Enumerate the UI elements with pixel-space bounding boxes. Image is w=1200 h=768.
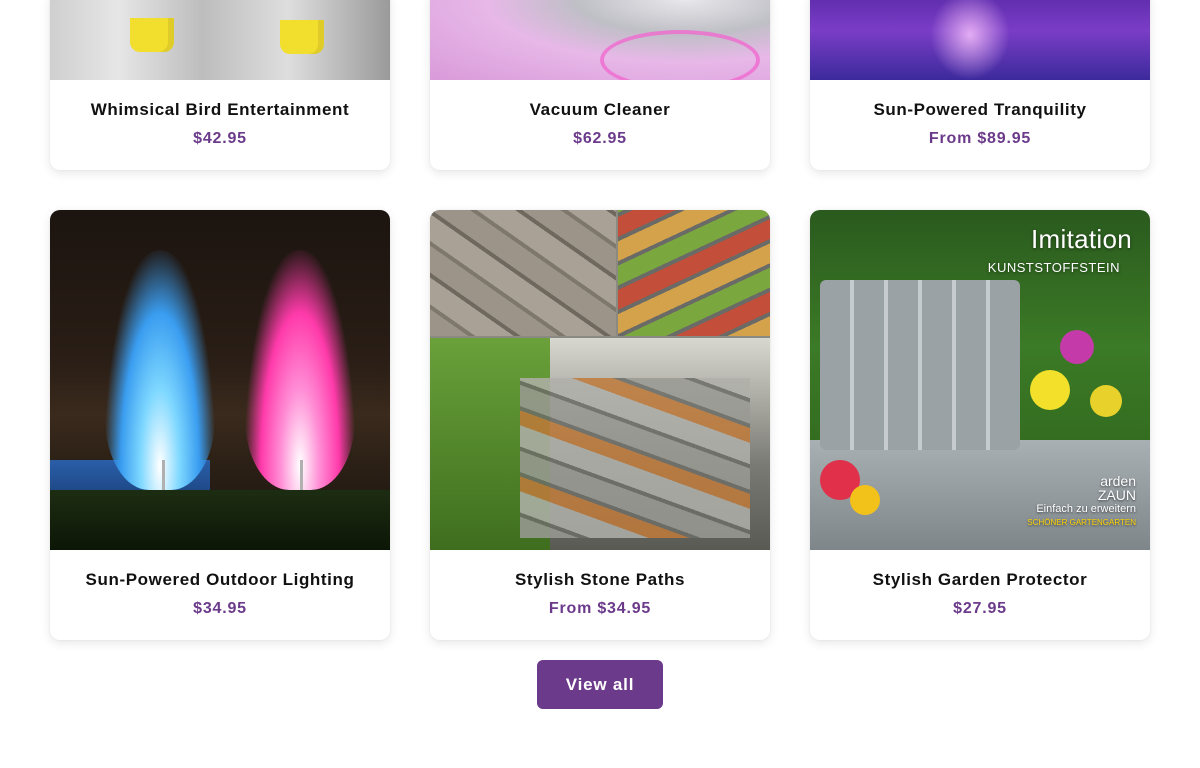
product-image[interactable] [810, 0, 1150, 80]
product-image[interactable] [50, 210, 390, 550]
product-title[interactable]: Sun-Powered Outdoor Lighting [50, 570, 390, 590]
product-title[interactable]: Stylish Garden Protector [810, 570, 1150, 590]
product-info: Whimsical Bird Entertainment $42.95 [50, 80, 390, 170]
product-info: Sun-Powered Tranquility From $89.95 [810, 80, 1150, 170]
product-price: $27.95 [953, 600, 1007, 617]
image-headline: Imitation [1031, 224, 1132, 254]
product-image[interactable] [430, 0, 770, 80]
product-info: Stylish Garden Protector $27.95 [810, 550, 1150, 640]
image-tagline2: SCHÖNER GARTENGARTEN [1027, 518, 1136, 527]
product-image[interactable] [430, 210, 770, 550]
image-brand-block: arden ZAUN Einfach zu erweitern SCHÖNER … [1027, 474, 1136, 530]
product-price: From $34.95 [548, 600, 652, 617]
product-info: Sun-Powered Outdoor Lighting $34.95 [50, 550, 390, 640]
product-image[interactable] [50, 0, 390, 80]
product-info: Stylish Stone Paths From $34.95 [430, 550, 770, 640]
product-card[interactable]: Vacuum Cleaner $62.95 [430, 0, 770, 170]
product-price: $42.95 [193, 130, 247, 147]
image-brand-line2: ZAUN [1097, 487, 1136, 503]
product-price: $62.95 [573, 130, 627, 147]
image-subline: KUNSTSTOFFSTEIN [987, 260, 1120, 275]
product-info: Vacuum Cleaner $62.95 [430, 80, 770, 170]
view-all-button[interactable]: View all [537, 660, 663, 709]
product-price: $34.95 [193, 600, 247, 617]
image-brand-line1: arden [1100, 473, 1136, 489]
image-tagline: Einfach zu erweitern [1036, 503, 1136, 515]
product-card[interactable]: Sun-Powered Tranquility From $89.95 [810, 0, 1150, 170]
product-price: From $89.95 [928, 130, 1032, 147]
product-title[interactable]: Vacuum Cleaner [430, 100, 770, 120]
product-card[interactable]: Imitation KUNSTSTOFFSTEIN arden ZAUN Ein… [810, 210, 1150, 640]
product-image[interactable]: Imitation KUNSTSTOFFSTEIN arden ZAUN Ein… [810, 210, 1150, 550]
product-title[interactable]: Stylish Stone Paths [430, 570, 770, 590]
product-card[interactable]: Stylish Stone Paths From $34.95 [430, 210, 770, 640]
product-card[interactable]: Sun-Powered Outdoor Lighting $34.95 [50, 210, 390, 640]
product-title[interactable]: Sun-Powered Tranquility [810, 100, 1150, 120]
product-card[interactable]: Whimsical Bird Entertainment $42.95 [50, 0, 390, 170]
product-title[interactable]: Whimsical Bird Entertainment [50, 100, 390, 120]
